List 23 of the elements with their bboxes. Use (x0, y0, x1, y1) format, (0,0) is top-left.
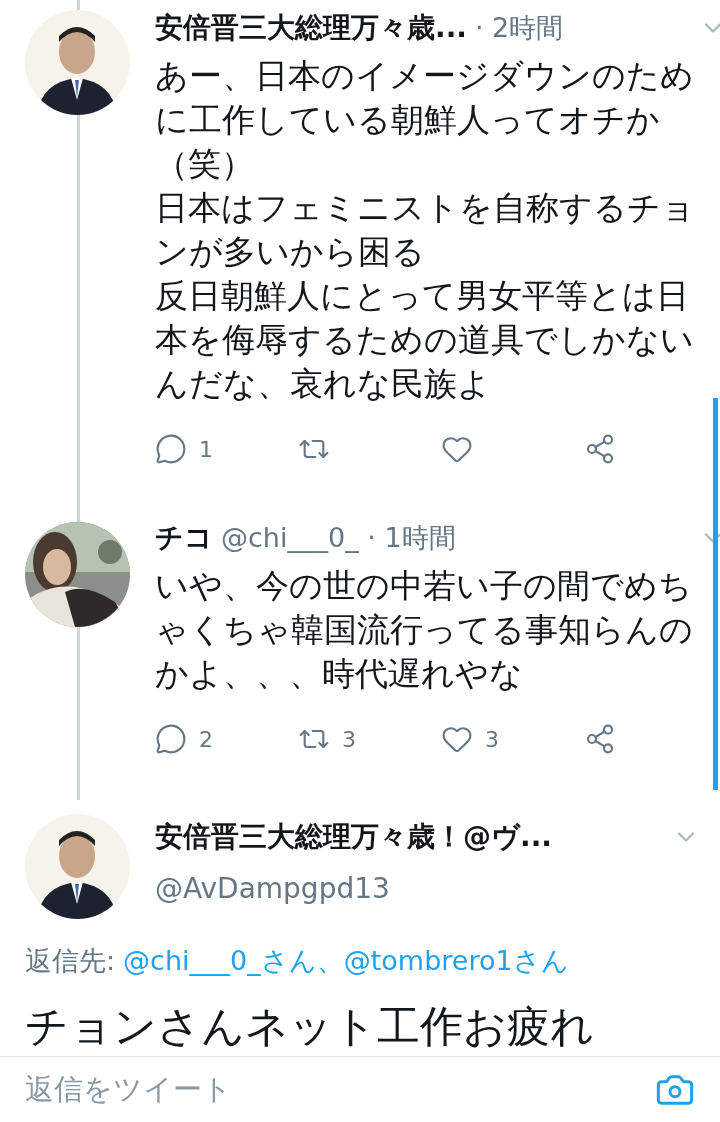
share-icon[interactable] (584, 723, 616, 755)
user-handle: @AvDampgpd13 (155, 871, 391, 907)
reply-label: 返信先: (25, 944, 116, 978)
action-count: 2 (199, 725, 213, 754)
tweet-text: いや、今の世の中若い子の間でめちゃくちゃ韓国流行ってる事知らんのかよ、、、時代遅れやな (155, 565, 694, 695)
scrollbar[interactable] (713, 398, 718, 790)
user-name: 安倍晋三大総理万々歳！@ヴ... (155, 819, 552, 855)
tweet-text: あー、日本のイメージダウンのために工作している朝鮮人ってオチか（笑） (155, 55, 695, 185)
tweet-text: チョンさんネット工作お疲れ (24, 999, 595, 1053)
reply-field[interactable]: 返信をツイート (25, 1067, 655, 1112)
action-count: 3 (485, 725, 499, 754)
action-count: 1 (199, 435, 213, 464)
tweet-meta: · 2時間 (474, 10, 564, 45)
reply-icon[interactable] (155, 723, 187, 755)
tweet-text: 反日朝鮮人にとって男女平等とは日本を侮辱するための道具でしかないんだな、哀れな民族よ (155, 275, 695, 405)
tweet-meta: @chi___0_ · 1時間 (221, 520, 456, 555)
tweet-text: 日本はフェミニストを自称するチョンが多いから困る (155, 187, 695, 273)
share-icon[interactable] (584, 433, 616, 465)
action-count: 3 (342, 725, 356, 754)
reply-icon[interactable] (155, 433, 187, 465)
user-name: 安倍晋三大総理万々歳... (155, 10, 467, 46)
user-name: チコ (155, 520, 213, 556)
reply-to-link[interactable]: @chi___0_さん、@tombrero1さん (123, 941, 569, 982)
